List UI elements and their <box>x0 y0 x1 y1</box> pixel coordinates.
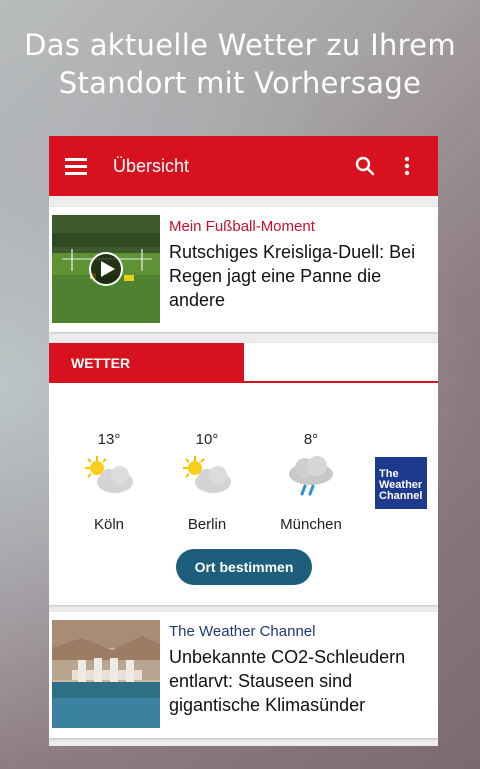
news-card[interactable]: The Weather Channel Unbekannte CO2-Schle… <box>49 612 438 738</box>
news-category: The Weather Channel <box>169 623 316 640</box>
city-weather-koeln[interactable]: 13° Köln <box>59 431 159 533</box>
news-title[interactable]: Unbekannte CO2-Schleudern entlarvt: Stau… <box>169 645 430 717</box>
city-temp: 10° <box>195 431 219 448</box>
promo-headline-line1: Das aktuelle Wetter zu Ihrem <box>24 28 456 62</box>
partly-cloudy-icon <box>157 454 257 498</box>
app-bar-title: Übersicht <box>113 155 190 176</box>
dam-reservoir-thumbnail[interactable] <box>52 620 160 728</box>
weather-widget: WETTER 13° Köln 10° Berlin 8° München Th… <box>49 343 438 605</box>
promo-headline-line2: Standort mit Vorhersage <box>58 66 422 100</box>
soccer-video-thumbnail[interactable] <box>52 215 160 323</box>
news-category: Mein Fußball-Moment <box>169 218 315 235</box>
menu-icon[interactable] <box>65 158 87 175</box>
tab-weather[interactable]: WETTER <box>49 343 244 383</box>
search-icon[interactable] <box>350 151 380 181</box>
partly-cloudy-icon <box>59 454 159 498</box>
news-card[interactable]: Mein Fußball-Moment Rutschiges Kreisliga… <box>49 207 438 332</box>
city-name: Berlin <box>187 516 227 533</box>
city-weather-muenchen[interactable]: 8° München <box>261 431 361 533</box>
locate-button[interactable]: Ort bestimmen <box>176 549 312 585</box>
city-name: München <box>280 516 342 533</box>
promo-headline: Das aktuelle Wetter zu Ihrem Standort mi… <box>0 26 480 102</box>
more-options-icon[interactable] <box>392 151 422 181</box>
app-screen: Übersicht Mein Fußball-Moment Rutschiges… <box>49 136 438 746</box>
city-temp: 13° <box>97 431 121 448</box>
weather-tabbar: WETTER <box>49 343 438 383</box>
weather-channel-logo[interactable]: The Weather Channel <box>375 457 427 509</box>
city-weather-berlin[interactable]: 10° Berlin <box>157 431 257 533</box>
app-bar: Übersicht <box>49 136 438 196</box>
rain-cloud-icon <box>261 454 361 498</box>
city-temp: 8° <box>303 431 319 448</box>
news-title[interactable]: Rutschiges Kreisliga-Duell: Bei Regen ja… <box>169 240 430 312</box>
city-name: Köln <box>93 516 125 533</box>
